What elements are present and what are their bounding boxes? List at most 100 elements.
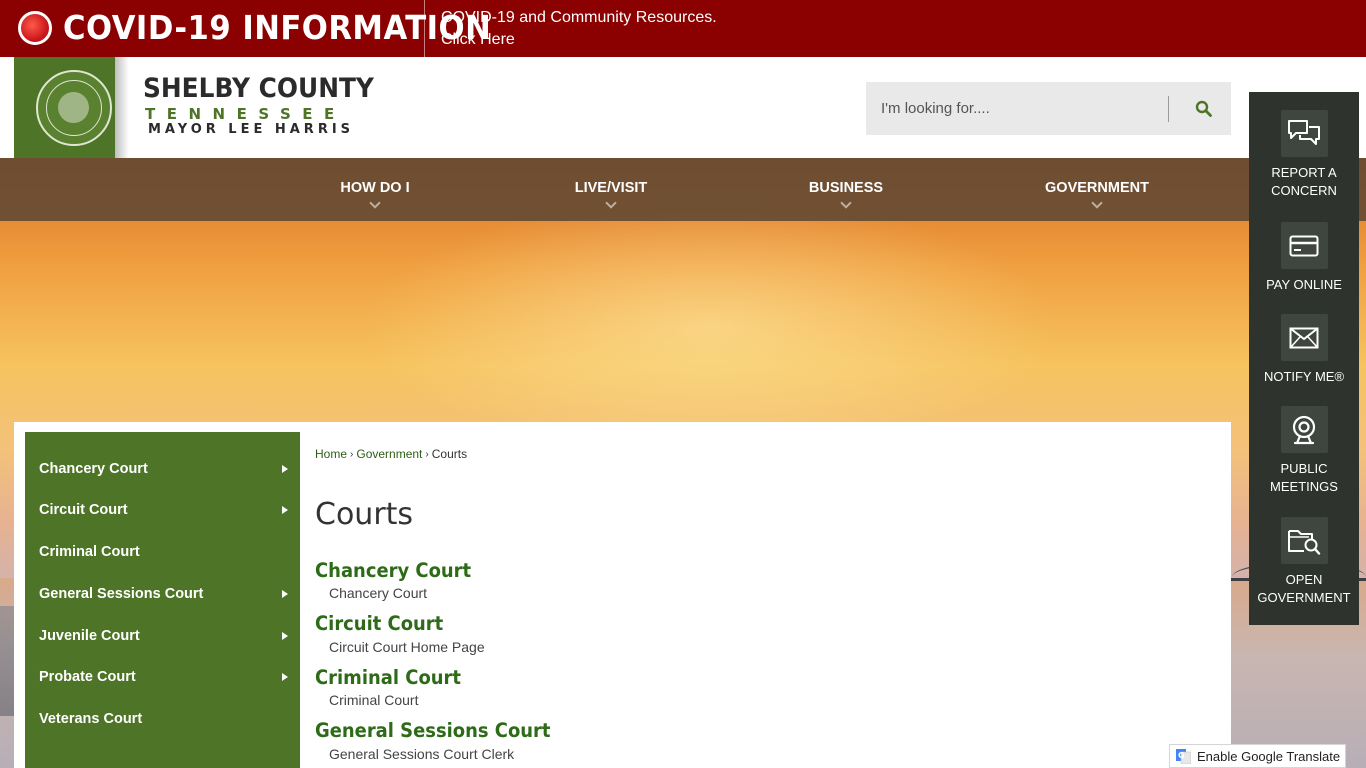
- sidebar-item-label: Veterans Court: [39, 711, 143, 727]
- caret-right-icon[interactable]: [282, 632, 288, 640]
- breadcrumb: Home › Government › Courts: [315, 447, 467, 461]
- quick-link-label: OPEN GOVERNMENT: [1251, 571, 1357, 607]
- search-divider: [1168, 96, 1169, 122]
- caret-right-icon[interactable]: [282, 506, 288, 514]
- chevron-down-icon: [369, 197, 381, 209]
- quick-link-open-government[interactable]: OPEN GOVERNMENT: [1249, 517, 1359, 607]
- seal-core: [58, 92, 89, 123]
- breadcrumb-government[interactable]: Government: [356, 447, 422, 461]
- google-translate-label: Enable Google Translate: [1197, 748, 1341, 764]
- envelope-icon: [1289, 327, 1319, 348]
- nav-label: LIVE/VISIT: [574, 180, 648, 196]
- quick-link-label-line1: NOTIFY ME®: [1263, 369, 1345, 384]
- search-button[interactable]: [1176, 82, 1231, 135]
- sidebar-item-label: Criminal Court: [39, 544, 140, 560]
- quick-link-label: NOTIFY ME®: [1251, 368, 1357, 386]
- sidebar-item-circuit-court[interactable]: Circuit Court: [25, 490, 300, 530]
- sidebar-item-general-sessions-court[interactable]: General Sessions Court: [25, 574, 300, 614]
- quick-icon-box: [1280, 110, 1328, 157]
- quick-link-pay-online[interactable]: PAY ONLINE: [1249, 222, 1359, 294]
- sidebar-item-criminal-court[interactable]: Criminal Court: [25, 532, 300, 572]
- breadcrumb-current: Courts: [431, 447, 468, 461]
- sidebar-item-label: General Sessions Court: [39, 586, 204, 602]
- state-name: TENNESSEE: [145, 105, 346, 123]
- quick-link-label-line2: MEETINGS: [1270, 479, 1338, 494]
- quick-link-notify-me[interactable]: NOTIFY ME®: [1249, 314, 1359, 386]
- sidebar-item-label: Juvenile Court: [39, 628, 140, 644]
- quick-link-report-concern[interactable]: REPORT A CONCERN: [1249, 110, 1359, 200]
- court-description: Circuit Court Home Page: [329, 639, 485, 655]
- covid-resources-line1[interactable]: COVID-19 and Community Resources.: [441, 7, 717, 29]
- covid-resources-link[interactable]: COVID-19 and Community Resources. Click …: [441, 7, 717, 51]
- main-nav: HOW DO I LIVE/VISIT BUSINESS GOVERNMENT: [0, 158, 1366, 221]
- quick-link-label: REPORT A CONCERN: [1251, 164, 1357, 200]
- quick-link-label-line1: REPORT A: [1271, 165, 1337, 180]
- quick-icon-box: [1280, 517, 1328, 564]
- webcam-icon: [1292, 415, 1316, 444]
- court-link-general-sessions[interactable]: General Sessions Court: [315, 719, 550, 742]
- caret-right-icon[interactable]: [282, 465, 288, 473]
- covid-banner-divider: [424, 0, 425, 57]
- court-link-criminal[interactable]: Criminal Court: [315, 666, 461, 689]
- breadcrumb-separator: ›: [350, 448, 354, 460]
- covid-banner-title[interactable]: COVID-19 INFORMATION: [63, 8, 491, 47]
- county-seal-logo[interactable]: [14, 57, 115, 158]
- quick-links-panel: REPORT A CONCERN PAY ONLINE NOTIFY ME® P…: [1249, 92, 1359, 625]
- search-input[interactable]: [866, 82, 1166, 135]
- google-translate-icon: G: [1176, 748, 1191, 764]
- quick-icon-box: [1280, 314, 1328, 361]
- svg-text:G: G: [1178, 751, 1185, 760]
- nav-government[interactable]: GOVERNMENT: [1041, 158, 1153, 221]
- caret-right-icon[interactable]: [282, 673, 288, 681]
- google-translate-button[interactable]: G Enable Google Translate: [1169, 744, 1346, 768]
- caret-right-icon[interactable]: [282, 590, 288, 598]
- chevron-down-icon: [1091, 197, 1103, 209]
- quick-icon-box: [1280, 406, 1328, 453]
- quick-link-label-line1: PUBLIC: [1280, 461, 1328, 476]
- breadcrumb-separator: ›: [425, 448, 429, 460]
- chat-bubbles-icon: [1288, 119, 1320, 145]
- quick-link-label: PUBLIC MEETINGS: [1251, 460, 1357, 496]
- site-header: SHELBY COUNTY TENNESSEE MAYOR LEE HARRIS: [0, 57, 1366, 158]
- quick-link-label-line2: CONCERN: [1271, 183, 1337, 198]
- nav-live-visit[interactable]: LIVE/VISIT: [566, 158, 656, 221]
- quick-link-label-line1: PAY ONLINE: [1266, 277, 1342, 292]
- search-icon: [1195, 100, 1212, 117]
- nav-business[interactable]: BUSINESS: [801, 158, 891, 221]
- nav-label: HOW DO I: [340, 180, 410, 196]
- county-name[interactable]: SHELBY COUNTY: [143, 73, 374, 104]
- chevron-down-icon: [840, 197, 852, 209]
- nav-how-do-i[interactable]: HOW DO I: [330, 158, 420, 221]
- hero-sun-glow: [360, 198, 1060, 458]
- sidebar-item-juvenile-court[interactable]: Juvenile Court: [25, 616, 300, 656]
- court-link-circuit[interactable]: Circuit Court: [315, 612, 443, 635]
- alert-dot-icon: [18, 11, 52, 45]
- breadcrumb-home[interactable]: Home: [315, 447, 347, 461]
- seal-icon: [36, 70, 112, 146]
- seal-shadow: [115, 57, 129, 158]
- quick-link-public-meetings[interactable]: PUBLIC MEETINGS: [1249, 406, 1359, 496]
- sidebar-item-label: Probate Court: [39, 669, 136, 685]
- nav-label: BUSINESS: [808, 180, 884, 196]
- sidebar-item-label: Circuit Court: [39, 502, 128, 518]
- sidebar-item-chancery-court[interactable]: Chancery Court: [25, 449, 300, 489]
- folder-search-icon: [1288, 529, 1321, 555]
- credit-card-icon: [1289, 235, 1319, 256]
- covid-banner[interactable]: COVID-19 INFORMATION COVID-19 and Commun…: [0, 0, 1366, 57]
- court-link-chancery[interactable]: Chancery Court: [315, 559, 471, 582]
- quick-link-label-line2: GOVERNMENT: [1257, 590, 1351, 605]
- court-description: General Sessions Court Clerk: [329, 746, 515, 762]
- chevron-down-icon: [605, 197, 617, 209]
- nav-label: GOVERNMENT: [1045, 180, 1149, 196]
- page-title: Courts: [315, 497, 414, 532]
- mayor-name: MAYOR LEE HARRIS: [148, 122, 355, 137]
- sidebar-item-veterans-court[interactable]: Veterans Court: [25, 699, 300, 739]
- search-box: [866, 82, 1231, 135]
- covid-resources-line2[interactable]: Click Here: [441, 29, 717, 51]
- sidebar-nav: Chancery Court Circuit Court Criminal Co…: [25, 432, 300, 768]
- quick-link-label: PAY ONLINE: [1251, 276, 1357, 294]
- quick-link-label-line1: OPEN: [1285, 572, 1323, 587]
- sidebar-item-probate-court[interactable]: Probate Court: [25, 657, 300, 697]
- court-description: Chancery Court: [329, 585, 428, 601]
- quick-icon-box: [1280, 222, 1328, 269]
